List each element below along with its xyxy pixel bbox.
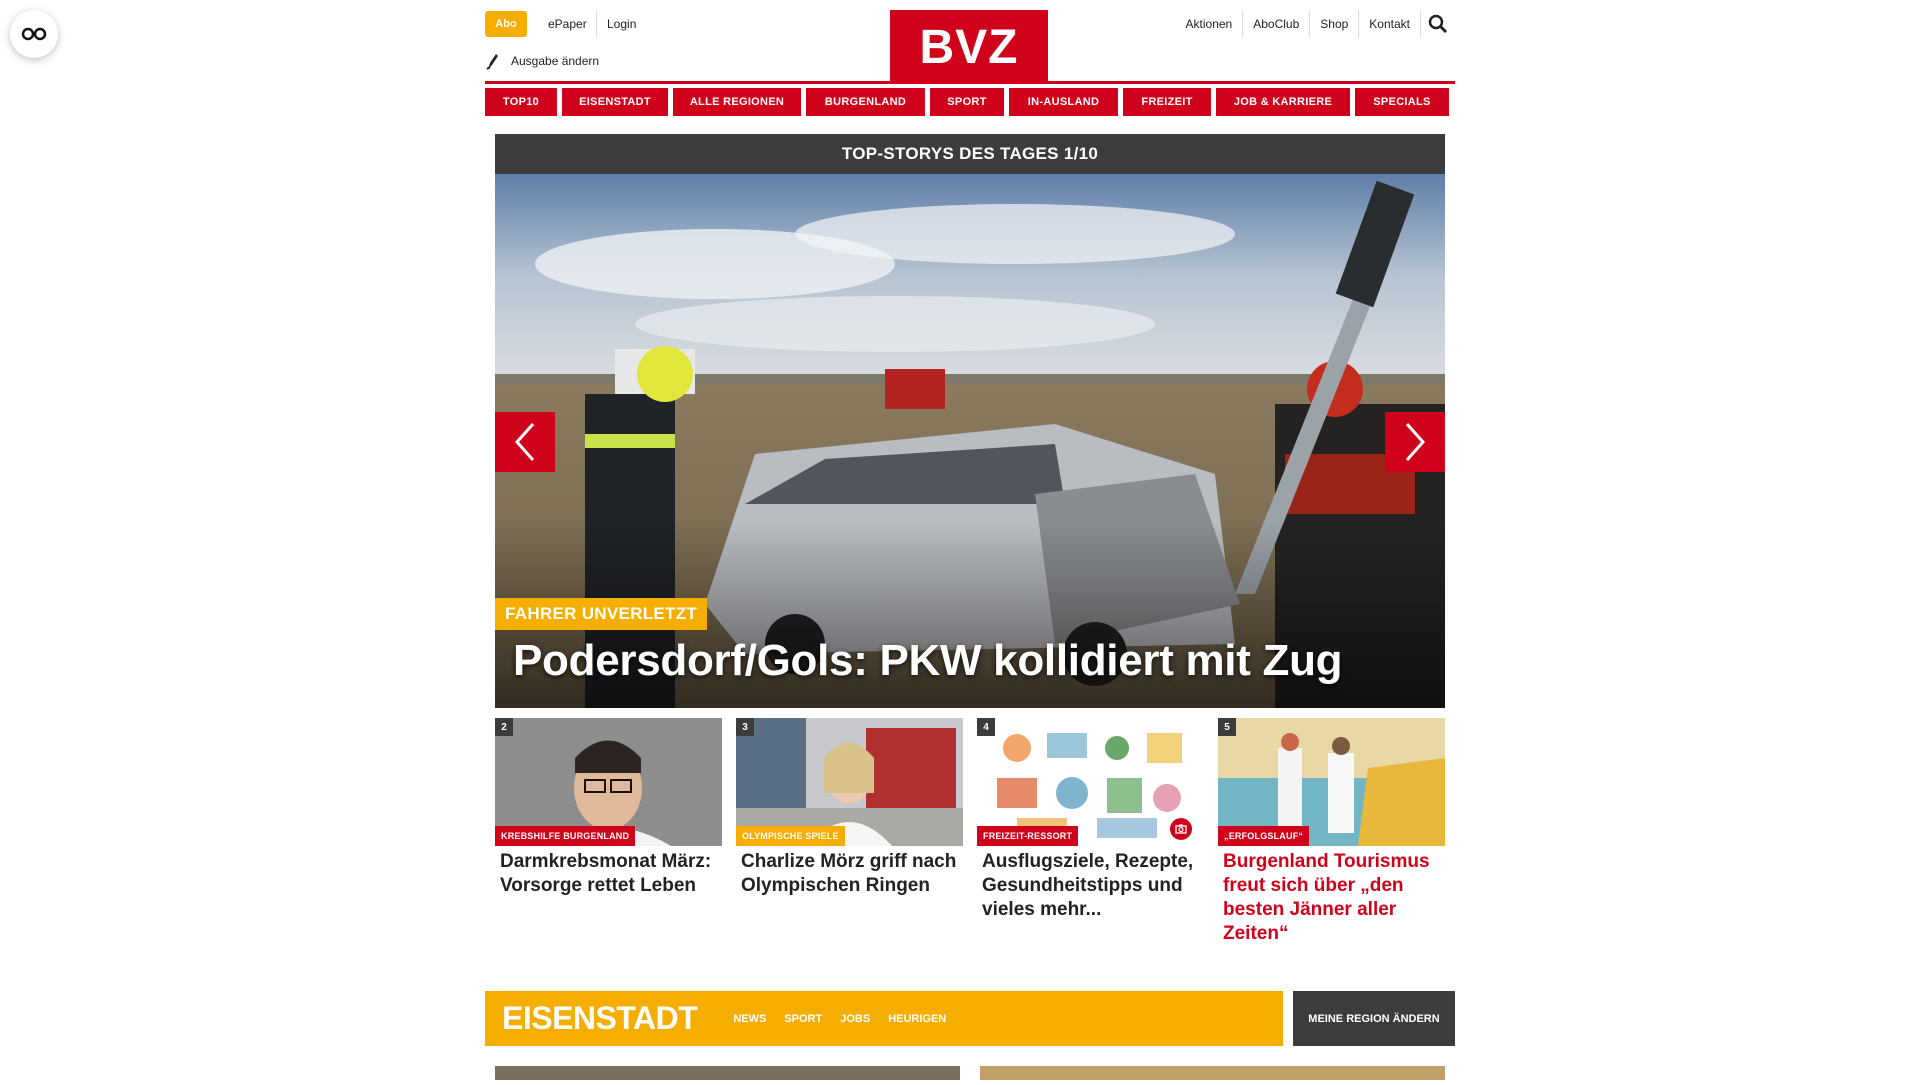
- tile-tag: KREBSHILFE BURGENLAND: [495, 826, 636, 846]
- story-tiles: 2 KREBSHILFE BURGENLAND Darmkrebsmonat M…: [495, 718, 1445, 946]
- divider: [596, 10, 597, 38]
- aktionen-link[interactable]: Aktionen: [1176, 10, 1244, 38]
- tile-title[interactable]: Darmkrebsmonat März: Vorsorge rettet Leb…: [495, 846, 722, 898]
- epaper-link[interactable]: ePaper: [548, 17, 587, 31]
- login-link[interactable]: Login: [607, 17, 636, 31]
- nav-burgenland[interactable]: BURGENLAND: [806, 88, 925, 116]
- kontakt-link[interactable]: Kontakt: [1359, 10, 1421, 38]
- nav-top10[interactable]: TOP10: [485, 88, 557, 116]
- region-link-jobs[interactable]: JOBS: [840, 1013, 870, 1025]
- pen-icon: [486, 54, 498, 70]
- main-navigation: TOP10 EISENSTADT ALLE REGIONEN BURGENLAN…: [485, 88, 1455, 116]
- chevron-right-icon: [1405, 423, 1426, 461]
- nav-sport[interactable]: SPORT: [930, 88, 1004, 116]
- abo-button[interactable]: Abo: [485, 11, 527, 37]
- nav-job-karriere[interactable]: JOB & KARRIERE: [1216, 88, 1350, 116]
- region-bar: EISENSTADT NEWS SPORT JOBS HEURIGEN: [485, 991, 1283, 1046]
- region-link-sport[interactable]: SPORT: [784, 1013, 822, 1025]
- hero-story[interactable]: FAHRER UNVERLETZT Podersdorf/Gols: PKW k…: [495, 174, 1445, 708]
- page-wrapper: Abo ePaper Login Ausgabe ändern BVZ Akti…: [485, 0, 1455, 1080]
- camera-icon: [1170, 818, 1192, 840]
- tile-image: 3 OLYMPISCHE SPIELE: [736, 718, 963, 846]
- story-tile[interactable]: 3 OLYMPISCHE SPIELE Charlize Mörz griff …: [736, 718, 963, 946]
- change-region-button[interactable]: MEINE REGION ÄNDERN: [1293, 991, 1455, 1046]
- accessibility-button[interactable]: [10, 10, 58, 58]
- story-tile[interactable]: 4 FREIZEIT-RESSORT Ausflugsziele, Rezept…: [977, 718, 1204, 946]
- slider-heading: TOP-STORYS DES TAGES 1/10: [495, 134, 1445, 174]
- tile-number: 4: [977, 718, 995, 736]
- shop-link[interactable]: Shop: [1310, 10, 1360, 38]
- region-name[interactable]: EISENSTADT: [502, 1000, 698, 1037]
- tile-title[interactable]: Ausflugsziele, Rezepte, Gesundheitstipps…: [977, 846, 1204, 922]
- nav-specials[interactable]: SPECIALS: [1355, 88, 1449, 116]
- hero-title[interactable]: Podersdorf/Gols: PKW kollidiert mit Zug: [513, 636, 1343, 686]
- tile-image: 2 KREBSHILFE BURGENLAND: [495, 718, 722, 846]
- nav-freizeit[interactable]: FREIZEIT: [1123, 88, 1211, 116]
- hero-kicker: FAHRER UNVERLETZT: [495, 598, 708, 630]
- chevron-left-icon: [514, 423, 535, 461]
- change-edition-link[interactable]: Ausgabe ändern: [485, 52, 599, 70]
- region-story-images: [495, 1066, 1445, 1080]
- tile-tag: „ERFOLGSLAUF“: [1218, 826, 1310, 846]
- nav-alle-regionen[interactable]: ALLE REGIONEN: [673, 88, 801, 116]
- aboclub-link[interactable]: AboClub: [1243, 10, 1311, 38]
- tile-tag: OLYMPISCHE SPIELE: [736, 826, 845, 846]
- bvz-logo[interactable]: BVZ: [890, 10, 1048, 84]
- search-icon[interactable]: [1421, 10, 1455, 38]
- tile-title[interactable]: Burgenland Tourismus freut sich über „de…: [1218, 846, 1445, 946]
- story-tile[interactable]: 5 „ERFOLGSLAUF“ Burgenland Tourismus fre…: [1218, 718, 1445, 946]
- tile-number: 3: [736, 718, 754, 736]
- slider-prev-button[interactable]: [495, 412, 555, 472]
- tile-tag: FREIZEIT-RESSORT: [977, 826, 1079, 846]
- nav-in-ausland[interactable]: IN-AUSLAND: [1009, 88, 1118, 116]
- slider-next-button[interactable]: [1385, 412, 1445, 472]
- tile-image: 5 „ERFOLGSLAUF“: [1218, 718, 1445, 846]
- accessibility-glasses-icon: [21, 27, 47, 41]
- tile-title[interactable]: Charlize Mörz griff nach Olympischen Rin…: [736, 846, 963, 898]
- tile-image: 4 FREIZEIT-RESSORT: [977, 718, 1204, 846]
- nav-eisenstadt[interactable]: EISENSTADT: [562, 88, 668, 116]
- tile-number: 2: [495, 718, 513, 736]
- top-stories-slider: TOP-STORYS DES TAGES 1/10 FAHRER UNVERLE…: [495, 134, 1445, 708]
- site-header: Abo ePaper Login Ausgabe ändern BVZ Akti…: [485, 0, 1455, 84]
- region-section-header: EISENSTADT NEWS SPORT JOBS HEURIGEN MEIN…: [485, 991, 1455, 1046]
- story-tile[interactable]: 2 KREBSHILFE BURGENLAND Darmkrebsmonat M…: [495, 718, 722, 946]
- region-link-heurigen[interactable]: HEURIGEN: [888, 1013, 946, 1025]
- tile-number: 5: [1218, 718, 1236, 736]
- header-right-links: Aktionen AboClub Shop Kontakt: [1176, 10, 1455, 38]
- change-edition-label: Ausgabe ändern: [511, 54, 600, 68]
- region-link-news[interactable]: NEWS: [733, 1013, 766, 1025]
